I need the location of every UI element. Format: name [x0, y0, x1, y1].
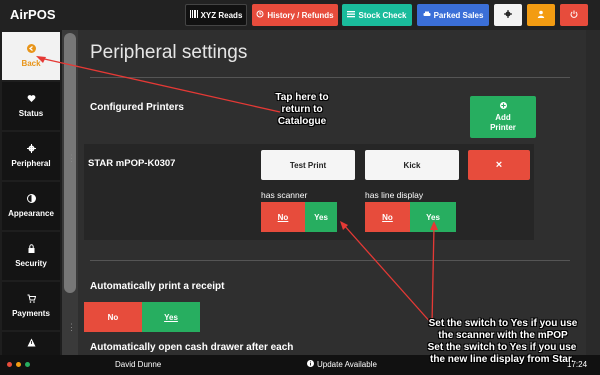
update-available-link[interactable]: Update Available	[307, 360, 377, 369]
sidebar-item-peripheral[interactable]: Peripheral	[2, 132, 60, 180]
printer-name: STAR mPOP-K0307	[88, 158, 176, 169]
main-content: Peripheral settings Configured Printers …	[78, 30, 586, 355]
annotation-scanner-note: Set the switch to Yes if you use the sca…	[428, 318, 578, 341]
app-window: AirPOS XYZ Reads History / Refunds Stock…	[0, 0, 600, 375]
line-display-yes-option[interactable]: Yes	[410, 202, 456, 232]
sidebar-item-label: Security	[15, 259, 47, 268]
scanner-toggle[interactable]: No Yes	[261, 202, 337, 232]
sidebar-item-label: Back	[21, 59, 41, 68]
status-dot-orange	[16, 362, 21, 367]
add-printer-button[interactable]: Add Printer	[470, 96, 536, 138]
settings-sidebar: Back Status Peripheral Appearance Securi…	[0, 30, 62, 355]
stock-check-button[interactable]: Stock Check	[342, 4, 412, 26]
plus-circle-icon	[499, 101, 507, 111]
barcode-icon	[189, 10, 198, 20]
gear-icon	[504, 10, 512, 20]
sidebar-item-payments[interactable]: Payments	[2, 282, 60, 330]
auto-print-toggle[interactable]: No Yes	[84, 302, 200, 332]
parked-sales-button[interactable]: Parked Sales	[417, 4, 489, 26]
resize-grip[interactable]: ⋮	[67, 154, 76, 163]
annotation-line-display-note: Set the switch to Yes if you use the new…	[427, 342, 577, 365]
xyz-reads-button[interactable]: XYZ Reads	[185, 4, 247, 26]
user-button[interactable]	[527, 4, 555, 26]
line-display-no-option[interactable]: No	[365, 202, 410, 232]
sidebar-item-back[interactable]: Back	[2, 32, 60, 80]
power-button[interactable]	[560, 4, 588, 26]
sidebar-item-security[interactable]: Security	[2, 232, 60, 280]
app-title: AirPOS	[10, 7, 56, 22]
current-user: David Dunne	[115, 360, 162, 369]
printer-row: STAR mPOP-K0307 Test Print Kick × has sc…	[84, 144, 534, 240]
top-bar: AirPOS XYZ Reads History / Refunds Stock…	[0, 0, 600, 30]
gear-icon	[26, 144, 36, 155]
configured-printers-heading: Configured Printers	[90, 102, 184, 113]
sidebar-item-label: Peripheral	[11, 159, 51, 168]
history-refunds-label: History / Refunds	[267, 10, 334, 20]
car-icon	[423, 10, 431, 20]
annotation-catalogue: Tap here to return to Catalogue	[275, 92, 329, 127]
sidebar-item-label: Appearance	[8, 209, 54, 218]
auto-drawer-heading: Automatically open cash drawer after eac…	[90, 342, 294, 353]
line-display-toggle[interactable]: No Yes	[365, 202, 456, 232]
has-line-display-label: has line display	[365, 190, 424, 200]
sidebar-item-label: Payments	[12, 309, 50, 318]
divider	[90, 260, 570, 261]
sidebar-item-appearance[interactable]: Appearance	[2, 182, 60, 230]
arrow-circle-left-icon	[26, 44, 36, 55]
list-icon	[347, 10, 356, 20]
divider	[90, 77, 570, 78]
user-icon	[537, 10, 545, 20]
cart-icon	[27, 294, 36, 305]
sidebar-scrollbar[interactable]	[64, 33, 76, 293]
auto-print-no-option[interactable]: No	[84, 302, 142, 332]
info-icon	[307, 360, 314, 369]
heartbeat-icon	[27, 94, 36, 105]
test-print-button[interactable]: Test Print	[261, 150, 355, 180]
warning-icon	[27, 338, 36, 349]
contrast-icon	[26, 194, 36, 205]
resize-grip[interactable]: ⋮	[67, 323, 76, 332]
kick-button[interactable]: Kick	[365, 150, 459, 180]
sidebar-item-warning[interactable]	[2, 332, 60, 355]
xyz-reads-label: XYZ Reads	[200, 10, 243, 20]
status-dot-green	[25, 362, 30, 367]
scanner-no-option[interactable]: No	[261, 202, 305, 232]
update-available-label: Update Available	[317, 360, 377, 369]
auto-print-yes-option[interactable]: Yes	[142, 302, 200, 332]
settings-button[interactable]	[494, 4, 522, 26]
power-icon	[570, 10, 578, 20]
add-printer-label: Add Printer	[490, 112, 516, 132]
history-icon	[256, 10, 264, 20]
lock-icon	[27, 244, 36, 255]
delete-printer-button[interactable]: ×	[468, 150, 530, 180]
status-dot-red	[7, 362, 12, 367]
page-title: Peripheral settings	[90, 42, 248, 63]
sidebar-item-label: Status	[18, 109, 44, 118]
parked-sales-label: Parked Sales	[433, 10, 484, 20]
has-scanner-label: has scanner	[261, 190, 308, 200]
history-refunds-button[interactable]: History / Refunds	[252, 4, 338, 26]
auto-print-heading: Automatically print a receipt	[90, 281, 225, 292]
stock-check-label: Stock Check	[358, 10, 407, 20]
sidebar-item-status[interactable]: Status	[2, 82, 60, 130]
scanner-yes-option[interactable]: Yes	[305, 202, 337, 232]
